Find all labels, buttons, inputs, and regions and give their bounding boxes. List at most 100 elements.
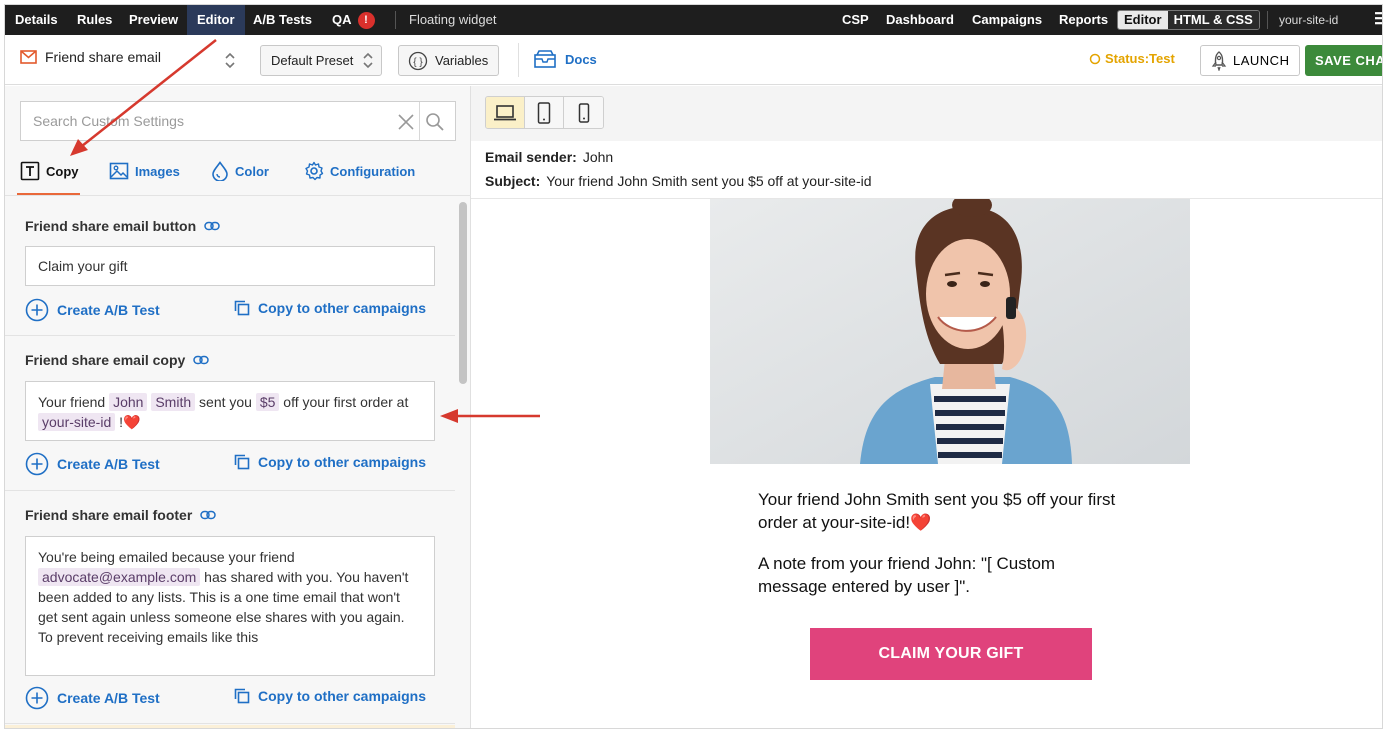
launch-button[interactable]: LAUNCH — [1200, 45, 1301, 76]
create-ab-test-label: Create A/B Test — [57, 690, 160, 706]
save-changes-button[interactable]: SAVE CHA — [1305, 45, 1382, 76]
nav-reports[interactable]: Reports — [1059, 5, 1108, 35]
variable-first-name: John — [109, 393, 148, 411]
sidebar-scrollbar[interactable] — [459, 202, 467, 384]
mobile-icon — [578, 102, 589, 123]
nav-ab-tests[interactable]: A/B Tests — [253, 5, 312, 35]
preset-select[interactable]: Default Preset — [260, 45, 383, 76]
plus-circle-icon — [25, 686, 49, 710]
gear-icon — [305, 161, 324, 181]
create-ab-test-button[interactable]: Create A/B Test — [25, 298, 160, 322]
tab-copy-label: Copy — [46, 163, 79, 179]
email-meta: Email sender: John Subject: Your friend Jo… — [471, 141, 1382, 199]
widget-type-label: Floating widget — [409, 12, 497, 27]
copy-to-campaigns-label: Copy to other campaigns — [258, 688, 427, 704]
claim-gift-button[interactable]: CLAIM YOUR GIFT — [810, 628, 1092, 680]
toolbar-divider — [518, 43, 519, 77]
copy-to-campaigns-label: Copy to other campaigns — [258, 300, 427, 316]
plus-circle-icon — [25, 298, 49, 322]
link-icon[interactable] — [193, 355, 210, 365]
variable-amount: $5 — [255, 393, 280, 411]
nav-preview[interactable]: Preview — [129, 5, 178, 35]
docs-label: Docs — [565, 51, 597, 67]
nav-editor[interactable]: Editor — [187, 5, 245, 35]
settings-tabs: Copy Images Color Configuration — [5, 146, 471, 196]
text-icon — [20, 161, 40, 181]
copy-to-campaigns-button[interactable]: Copy to other campaigns — [234, 300, 426, 316]
copy-to-campaigns-button[interactable]: Copy to other campaigns — [234, 454, 426, 470]
setting-title-text: Friend share email button — [25, 218, 197, 234]
nav-qa-label: QA — [332, 12, 352, 27]
email-selector-label: Friend share email — [45, 49, 161, 65]
copy-to-campaigns-button[interactable]: Copy to other campaigns — [234, 688, 426, 704]
nav-rules[interactable]: Rules — [77, 5, 112, 35]
tab-configuration-label: Configuration — [330, 163, 416, 179]
tab-images[interactable]: Images — [109, 158, 180, 184]
link-icon[interactable] — [204, 221, 220, 231]
editor-mode-toggle: Editor HTML & CSS — [1117, 10, 1260, 30]
active-tab-indicator — [17, 193, 80, 195]
tab-copy[interactable]: Copy — [20, 158, 79, 184]
create-ab-test-button[interactable]: Create A/B Test — [25, 452, 160, 476]
hero-image — [710, 199, 1190, 464]
create-ab-test-label: Create A/B Test — [57, 302, 160, 318]
preset-chevron-icon — [363, 52, 373, 69]
tab-configuration[interactable]: Configuration — [304, 158, 415, 184]
variable-last-name: Smith — [151, 393, 196, 411]
create-ab-test-button[interactable]: Create A/B Test — [25, 686, 160, 710]
mode-html-css[interactable]: HTML & CSS — [1167, 11, 1259, 29]
create-ab-test-label: Create A/B Test — [57, 456, 160, 472]
nav-csp[interactable]: CSP — [842, 5, 869, 35]
desktop-view-button[interactable] — [486, 97, 525, 128]
setting-title-text: Friend share email copy — [25, 352, 186, 368]
sender-value: John — [582, 149, 614, 165]
sender-label: Email sender: — [485, 149, 577, 165]
nav-campaigns[interactable]: Campaigns — [972, 5, 1042, 35]
search-field[interactable]: Search Custom Settings — [20, 101, 456, 141]
setting-title: Friend share email button — [25, 218, 220, 234]
editor-toolbar: Friend share email Default Preset { } Va… — [5, 35, 1382, 85]
email-copy-textarea[interactable]: Your friend John Smith sent you $5 off y… — [25, 381, 435, 441]
copy-icon — [234, 688, 250, 704]
setting-title: Friend share email footer — [25, 507, 217, 523]
docs-tray-icon — [534, 50, 556, 68]
app-window: Details Rules Preview Editor A/B Tests Q… — [4, 4, 1383, 729]
variable-site-id: your-site-id — [38, 413, 116, 431]
search-placeholder: Search Custom Settings — [33, 113, 184, 129]
email-body: Your friend John Smith sent you $5 off y… — [471, 199, 1382, 728]
mobile-view-button[interactable] — [564, 97, 603, 128]
tablet-icon — [537, 101, 551, 124]
tablet-view-button[interactable] — [525, 97, 564, 128]
nav-qa[interactable]: QA! — [332, 5, 375, 35]
search-icon[interactable] — [425, 112, 445, 132]
button-text-input[interactable]: Claim your gift — [25, 246, 435, 286]
link-icon[interactable] — [200, 510, 217, 520]
nav-dashboard[interactable]: Dashboard — [886, 5, 954, 35]
setting-friend-share-email-footer: Friend share email footer You're being e… — [5, 492, 455, 724]
menu-icon[interactable]: ☰ — [1374, 5, 1382, 35]
up-down-chevron-icon[interactable] — [225, 52, 235, 69]
setting-friend-share-email-copy: Friend share email copy Your friend John… — [5, 337, 455, 491]
plus-circle-icon — [25, 452, 49, 476]
email-footer-textarea[interactable]: You're being emailed because your friend… — [25, 536, 435, 676]
tab-images-label: Images — [135, 163, 180, 179]
search-divider — [419, 102, 420, 140]
docs-link[interactable]: Docs — [533, 49, 597, 69]
copy-icon — [234, 300, 250, 316]
device-toggle — [485, 96, 604, 129]
email-selector[interactable]: Friend share email — [20, 49, 161, 65]
site-id-selector[interactable]: your-site-id — [1279, 5, 1338, 35]
email-body-copy: Your friend John Smith sent you $5 off y… — [758, 490, 1116, 532]
nav-details[interactable]: Details — [15, 5, 58, 35]
launch-label: LAUNCH — [1233, 53, 1290, 68]
top-navigation: Details Rules Preview Editor A/B Tests Q… — [5, 5, 1382, 35]
variables-button[interactable]: { } Variables — [398, 45, 500, 76]
subject-label: Subject: — [485, 173, 541, 189]
email-subject-row: Subject: Your friend John Smith sent you … — [485, 173, 872, 189]
clear-icon[interactable] — [397, 113, 415, 131]
mode-editor[interactable]: Editor — [1118, 11, 1168, 29]
tab-color[interactable]: Color — [211, 158, 269, 184]
email-sender-row: Email sender: John — [485, 149, 613, 165]
copy-text: off your first order at — [279, 394, 409, 410]
email-personal-note: A note from your friend John: "[ Custom … — [758, 554, 1056, 596]
